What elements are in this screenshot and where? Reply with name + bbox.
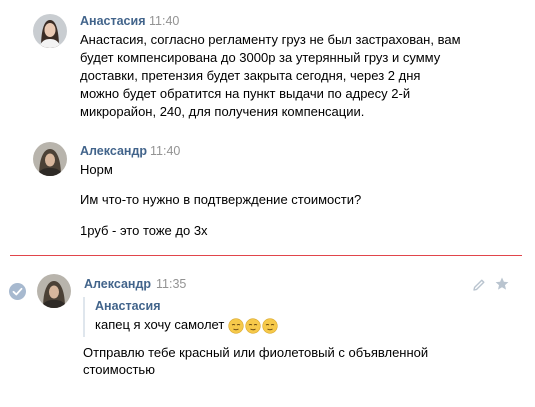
message-author[interactable]: Александр <box>84 277 151 291</box>
avatar-alexander[interactable] <box>33 142 67 176</box>
quote-text: капец я хочу самолет <box>95 317 225 332</box>
message-time[interactable]: 11:35 <box>156 277 186 291</box>
message-text-line: 1руб - это тоже до 3х <box>80 223 208 238</box>
message-author[interactable]: Александр <box>80 144 147 158</box>
new-messages-divider <box>10 255 522 256</box>
relieved-face-emoji <box>228 318 244 334</box>
quote-emoji-row <box>228 318 278 334</box>
star-icon[interactable] <box>494 276 510 292</box>
avatar-anastasia[interactable] <box>33 14 67 48</box>
message-author[interactable]: Анастасия <box>80 14 146 28</box>
message-text-line: будет компенсирована до 3000р за утерянн… <box>80 50 441 65</box>
message-text-line: доставки, претензия будет закрыта сегодн… <box>80 68 421 83</box>
message-time[interactable]: 11:40 <box>150 144 180 158</box>
avatar-alexander[interactable] <box>37 274 71 308</box>
relieved-face-emoji <box>262 318 278 334</box>
message-text-line: Им что-то нужно в подтверждение стоимост… <box>80 192 362 207</box>
message-text-line: микрорайон, 240, для получения компенсац… <box>80 104 365 119</box>
message-text-line: Отправлю тебе красный или фиолетовый с о… <box>83 345 429 360</box>
relieved-face-emoji <box>245 318 261 334</box>
message-text-line: стоимостью <box>83 362 155 377</box>
message-text-line: можно будет обратится на пункт выдачи по… <box>80 86 411 101</box>
message-time[interactable]: 11:40 <box>149 14 179 28</box>
message-text-line: Анастасия, согласно регламенту груз не б… <box>80 32 461 47</box>
pencil-icon[interactable] <box>471 277 487 293</box>
checkmark-icon[interactable] <box>9 283 26 300</box>
quote-author[interactable]: Анастасия <box>95 299 161 313</box>
message-text-line: Норм <box>80 162 113 177</box>
